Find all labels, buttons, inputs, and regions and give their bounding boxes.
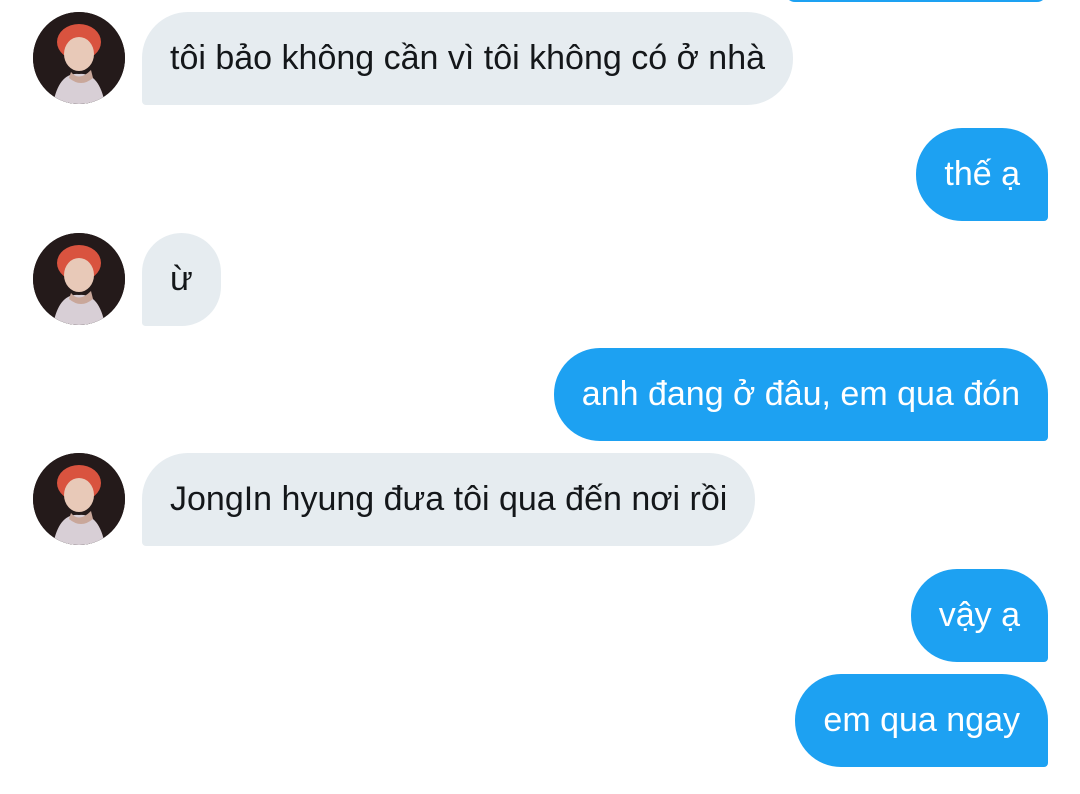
message-bubble-incoming[interactable]: tôi bảo không cần vì tôi không có ở nhà [142, 12, 794, 105]
message-text: thế ạ [944, 155, 1020, 193]
previous-message-bubble-edge [785, 0, 1047, 2]
message-text: ừ [170, 260, 193, 298]
message-bubble-outgoing[interactable]: vậy ạ [910, 569, 1048, 662]
avatar-icon[interactable] [33, 233, 125, 325]
message-text: vậy ạ [938, 596, 1020, 634]
message-bubble-outgoing[interactable]: anh đang ở đâu, em qua đón [553, 348, 1048, 441]
message-text: tôi bảo không cần vì tôi không có ở nhà [170, 39, 766, 77]
message-text: anh đang ở đâu, em qua đón [581, 375, 1020, 413]
message-text: JongIn hyung đưa tôi qua đến nơi rồi [170, 480, 728, 518]
message-bubble-incoming[interactable]: JongIn hyung đưa tôi qua đến nơi rồi [142, 453, 756, 546]
message-bubble-outgoing[interactable]: thế ạ [916, 128, 1048, 221]
message-text: em qua ngay [823, 701, 1020, 739]
avatar-icon[interactable] [33, 453, 125, 545]
message-bubble-outgoing[interactable]: em qua ngay [795, 674, 1048, 767]
message-bubble-incoming[interactable]: ừ [142, 233, 221, 326]
conversation-thread: tôi bảo không cần vì tôi không có ở nhà … [0, 0, 1080, 794]
avatar-icon[interactable] [33, 12, 125, 104]
